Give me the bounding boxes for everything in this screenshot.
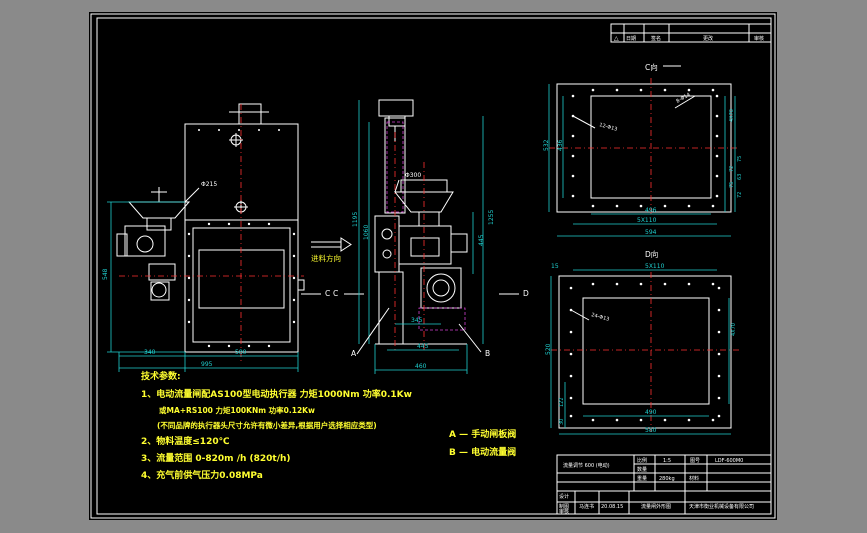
marker-c-right: C — [333, 289, 338, 298]
title-drawing-title: 流量闸外形图 — [641, 503, 671, 510]
side-view: 1195 1060 1255 445 Φ300 445 345 460 A B … — [333, 99, 529, 374]
tech-notes-line1c: (不同品牌的执行器头尺寸允许有微小差异,根据用户选择相应类型) — [157, 420, 377, 430]
dim-front-w-580: 580 — [235, 349, 247, 356]
tech-notes-line1: 1、电动流量闸配AS100型电动执行器 力矩1000Nm 功率0.1Kw — [141, 388, 412, 400]
dim-d-w-490: 490 — [645, 409, 657, 416]
dim-d-w-5x110: 5X110 — [645, 263, 665, 270]
revision-col-content: 更改 — [703, 35, 713, 42]
dim-side-h-1255: 1255 — [488, 210, 495, 225]
view-c: C向 8-Φ14 12-Φ13 532 436 4X70 75 72 63 75… — [543, 62, 743, 237]
title-row-checked: 审核 — [559, 508, 569, 515]
dim-front-w-995: 995 — [201, 361, 213, 368]
title-weight-value: 280kg — [659, 476, 675, 482]
revision-col-approve: 审核 — [754, 35, 764, 42]
marker-c-left: C — [325, 289, 330, 298]
title-designer-name: 马连书 — [579, 503, 594, 510]
dim-d-w-580: 580 — [645, 427, 657, 434]
dim-d-h-520: 520 — [545, 343, 552, 355]
dim-c-h-72b: 72 — [737, 192, 743, 198]
dim-side-h-445: 445 — [478, 234, 485, 246]
dim-front-dia-215: Φ215 — [201, 181, 217, 188]
dim-d-h-122: 122 — [559, 397, 565, 407]
title-weight-label: 重量 — [637, 475, 647, 482]
tech-notes-line3: 3、流量范围 0-820m /h (820t/h) — [141, 452, 291, 464]
legend-a: A — 手动闸板阀 — [449, 428, 516, 440]
flow-direction-label: 进料方向 — [311, 253, 341, 263]
marker-b: B — [485, 349, 490, 358]
dim-c-h-532: 532 — [543, 139, 550, 151]
title-block: 流量调节 600 (电动) 比例 1:5 图号 LDF-600M0 数量 重量 … — [556, 454, 772, 515]
dim-front-w-340: 340 — [144, 349, 156, 356]
dim-side-dia-300: Φ300 — [405, 172, 421, 179]
dim-c-bolt-holes: 12-Φ13 — [598, 122, 617, 133]
view-d-title: D向 — [645, 249, 658, 259]
dim-side-w-445: 445 — [417, 343, 429, 350]
title-scale-value: 1:5 — [663, 458, 671, 464]
cad-viewport: △ 日期 签名 更改 审核 Φ215 548 340 580 995 进料方向 … — [0, 0, 867, 533]
front-view: Φ215 548 340 580 995 — [102, 103, 305, 372]
title-drawing-no-label: 图号 — [690, 458, 700, 464]
dim-c-w-496: 496 — [645, 207, 657, 214]
revision-col-date: 日期 — [626, 36, 636, 42]
dim-c-h-4x70: 4X70 — [729, 109, 735, 122]
marker-d: D — [523, 289, 529, 298]
technical-notes: 技术参数: 1、电动流量闸配AS100型电动执行器 力矩1000Nm 功率0.1… — [141, 370, 516, 481]
revision-table: △ 日期 签名 更改 审核 — [610, 23, 772, 43]
dim-c-h-436: 436 — [557, 139, 564, 151]
dim-d-h-30: 30 — [559, 419, 565, 425]
dim-c-h-63: 63 — [737, 174, 743, 180]
dim-d-bolt-holes: 24-Φ13 — [590, 312, 609, 323]
tech-notes-heading: 技术参数: — [141, 370, 181, 382]
dim-c-w-594: 594 — [645, 229, 657, 236]
dim-side-h-1060: 1060 — [363, 225, 370, 240]
title-drawing-no: LDF-600M0 — [715, 458, 743, 464]
dim-d-h-4x70: 4X70 — [731, 323, 737, 336]
revision-symbol: △ — [614, 35, 619, 42]
dim-c-h-75a: 75 — [737, 156, 743, 162]
tech-notes-line2: 2、物料温度≤120℃ — [141, 435, 230, 447]
title-qty-label: 数量 — [637, 466, 647, 473]
dim-c-w-5x110: 5X110 — [637, 217, 657, 224]
drawing-sheet: △ 日期 签名 更改 审核 Φ215 548 340 580 995 进料方向 … — [89, 12, 777, 520]
dim-side-h-1195: 1195 — [352, 212, 359, 227]
drawing-canvas: △ 日期 签名 更改 审核 Φ215 548 340 580 995 进料方向 … — [90, 13, 776, 519]
title-company: 天津市衡业机械设备有限公司 — [689, 503, 754, 510]
marker-a: A — [351, 349, 357, 358]
dim-c-h-72a: 72 — [729, 166, 735, 172]
dim-side-w-345: 345 — [411, 317, 423, 324]
tech-notes-line1b: 或MA+RS100 力矩100KNm 功率0.12Kw — [159, 405, 315, 415]
view-d: D向 5X110 15 24-Φ13 4X70 520 122 30 490 5… — [545, 249, 739, 435]
dim-side-w-460: 460 — [415, 363, 427, 370]
title-scale-label: 比例 — [637, 457, 647, 464]
dim-front-h-548: 548 — [102, 268, 109, 280]
dim-c-h-75b: 75 — [729, 182, 735, 188]
view-c-title: C向 — [645, 62, 658, 72]
legend-b: B — 电动流量阀 — [449, 446, 516, 458]
dim-d-left-15: 15 — [551, 263, 559, 270]
title-product-name: 流量调节 600 (电动) — [563, 462, 610, 469]
tech-notes-line4: 4、充气前供气压力0.08MPa — [141, 469, 263, 481]
title-date: 20.08.15 — [601, 504, 623, 510]
revision-col-sign: 签名 — [651, 35, 661, 42]
title-row-designer: 设计 — [559, 493, 569, 500]
title-material-label: 材料 — [689, 475, 699, 482]
